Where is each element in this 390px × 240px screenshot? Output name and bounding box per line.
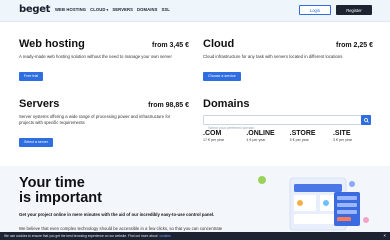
- hero-title-line: Your time: [19, 175, 85, 191]
- web-hosting-title: Web hosting: [19, 38, 85, 50]
- nav-label: SSL: [161, 7, 170, 12]
- tld-price: 3 € per year: [332, 138, 353, 142]
- hero-paragraph: We believe that even complex technology …: [19, 226, 223, 231]
- free-trial-button[interactable]: Free trial: [19, 71, 44, 81]
- web-hosting-description: A ready-made web hosting solution withou…: [19, 54, 172, 59]
- chevron-down-icon: ▾: [106, 7, 109, 12]
- domain-search-button[interactable]: [361, 115, 371, 125]
- servers-price: from 98,85 €: [148, 102, 189, 109]
- top-header: beget WEB HOSTING CLOUD ▾ SERVERS DOMAINS…: [0, 0, 390, 22]
- nav-label: CLOUD: [90, 7, 106, 12]
- tld-price: 4 € per year: [246, 138, 266, 142]
- nav-item-web-hosting[interactable]: WEB HOSTING: [55, 7, 86, 12]
- servers-description: Server systems offering a wide range of …: [19, 114, 171, 125]
- cloud-title: Cloud: [203, 38, 235, 50]
- cloud-card: Cloud from 2,25 € Cloud infrastructure f…: [203, 38, 373, 82]
- nav-item-domains[interactable]: DOMAINS: [137, 7, 157, 12]
- hero-subtitle: Get your project online in mere minutes …: [19, 212, 215, 217]
- nav-label: DOMAINS: [137, 7, 158, 12]
- pink-dot-icon: [363, 217, 369, 223]
- choose-service-button[interactable]: Choose a service: [203, 71, 241, 81]
- control-panel-illustration: [258, 176, 369, 231]
- tld-price: 17 € per year: [203, 138, 225, 142]
- servers-title: Servers: [19, 98, 60, 110]
- cookie-banner: We use cookies to ensure that you get th…: [0, 232, 390, 240]
- cloud-price: from 2,25 €: [336, 42, 373, 49]
- cookie-link[interactable]: cookies: [160, 234, 171, 238]
- nav-item-ssl[interactable]: SSL: [162, 7, 170, 12]
- hero-title: Your time is important: [19, 176, 102, 206]
- search-icon: [363, 117, 369, 123]
- servers-card: Servers from 98,85 € Server systems offe…: [19, 98, 189, 148]
- dot-icon: [349, 181, 355, 187]
- hero-title-line: is important: [19, 190, 102, 206]
- domains-card: Domains .COM 17 € per year .ONLINE 4 € p…: [203, 98, 371, 142]
- close-icon[interactable]: ×: [383, 233, 386, 238]
- beget-logo[interactable]: beget: [19, 4, 50, 15]
- main-nav: WEB HOSTING CLOUD ▾ SERVERS DOMAINS SSL: [55, 7, 170, 12]
- register-button[interactable]: Register: [336, 5, 372, 15]
- green-ball-icon: [258, 176, 266, 184]
- web-hosting-card: Web hosting from 3,45 € A ready-made web…: [19, 38, 189, 82]
- login-button[interactable]: Login: [299, 5, 331, 15]
- nav-item-cloud[interactable]: CLOUD ▾: [90, 7, 108, 12]
- select-server-button[interactable]: Select a server: [19, 137, 53, 147]
- tld-price: 5 € per year: [289, 138, 309, 142]
- domain-search-input[interactable]: [204, 124, 354, 132]
- nav-label: SERVERS: [112, 7, 134, 12]
- nav-item-servers[interactable]: SERVERS: [112, 7, 133, 12]
- domain-search-box: [203, 115, 371, 132]
- web-hosting-price: from 3,45 €: [152, 42, 189, 49]
- nav-label: WEB HOSTING: [55, 7, 87, 12]
- domains-title: Domains: [203, 98, 250, 110]
- cookie-text: We use cookies to ensure that you get th…: [4, 234, 158, 238]
- cloud-description: Cloud infrastructure for any task with s…: [203, 54, 343, 59]
